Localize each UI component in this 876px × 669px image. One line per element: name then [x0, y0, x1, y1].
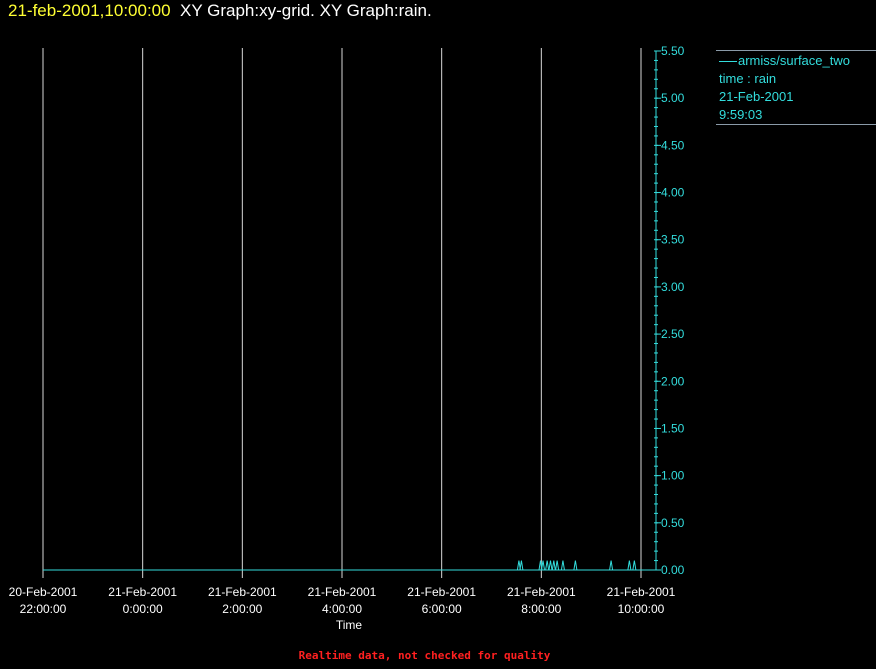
legend-top-rule [716, 50, 876, 51]
series-spike [632, 560, 637, 571]
x-tick-label-date: 21-Feb-2001 [108, 585, 177, 599]
y-tick-label: 0.50 [661, 516, 685, 530]
series-spike [551, 560, 556, 571]
y-tick-label: 5.50 [661, 44, 685, 58]
y-tick-label: 0.00 [661, 563, 685, 577]
x-tick-label-date: 21-Feb-2001 [208, 585, 277, 599]
legend-variable: time : rain [719, 71, 777, 86]
series-spike [541, 560, 545, 571]
series-spike [609, 560, 614, 571]
series-spike [573, 560, 578, 571]
y-tick-label: 4.50 [661, 138, 685, 152]
x-tick-label-time: 8:00:00 [521, 602, 561, 616]
series-spike [627, 560, 632, 571]
x-tick-label-time: 4:00:00 [322, 602, 362, 616]
legend-bottom-rule [716, 124, 876, 125]
x-tick-label-time: 10:00:00 [618, 602, 665, 616]
y-tick-label: 1.50 [661, 421, 685, 435]
x-tick-label-date: 21-Feb-2001 [308, 585, 377, 599]
series-spike [548, 560, 553, 571]
series-spike [560, 560, 565, 571]
y-tick-label: 2.50 [661, 327, 685, 341]
quality-note: Realtime data, not checked for quality [298, 649, 551, 662]
x-tick-label-time: 0:00:00 [123, 602, 163, 616]
y-tick-label: 1.00 [661, 469, 685, 483]
x-tick-label-time: 2:00:00 [222, 602, 262, 616]
legend-series-swatch [719, 61, 737, 63]
y-tick-label: 3.50 [661, 233, 685, 247]
legend-date: 21-Feb-2001 [719, 89, 794, 104]
legend-series-name: armiss/surface_two [738, 53, 850, 68]
x-tick-label-time: 6:00:00 [422, 602, 462, 616]
legend-time: 9:59:03 [719, 107, 763, 122]
series-spike [545, 560, 550, 571]
series-spike [555, 560, 560, 571]
x-tick-label-date: 21-Feb-2001 [607, 585, 676, 599]
y-tick-label: 3.00 [661, 280, 685, 294]
x-tick-label-date: 21-Feb-2001 [507, 585, 576, 599]
x-axis-label: Time [336, 618, 363, 632]
series-spike [519, 560, 524, 571]
x-tick-label-time: 22:00:00 [20, 602, 67, 616]
x-tick-label-date: 21-Feb-2001 [407, 585, 476, 599]
y-tick-label: 2.00 [661, 374, 685, 388]
y-tick-label: 4.00 [661, 186, 685, 200]
x-tick-label-date: 20-Feb-2001 [9, 585, 78, 599]
legend: armiss/surface_two time : rain 21-Feb-20… [716, 50, 876, 125]
legend-series-row: armiss/surface_two [716, 52, 876, 70]
y-tick-label: 5.00 [661, 91, 685, 105]
